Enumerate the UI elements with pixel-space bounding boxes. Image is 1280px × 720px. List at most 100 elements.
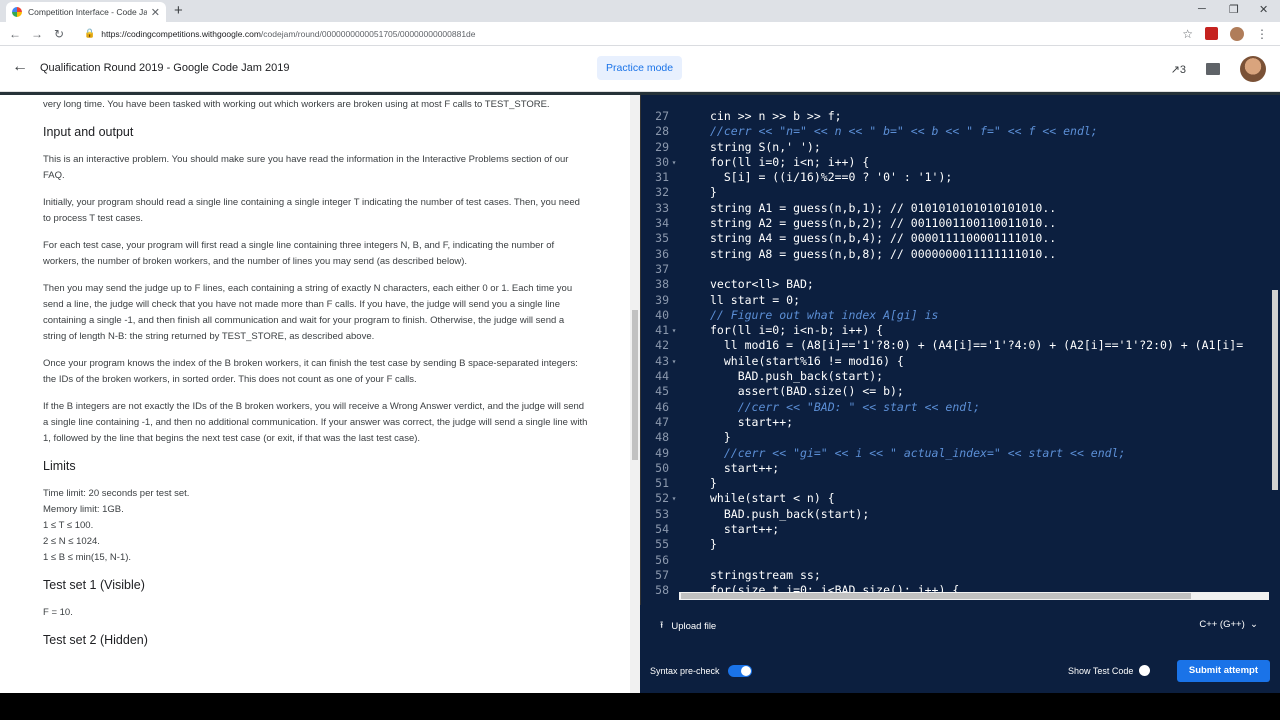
- browser-tab[interactable]: Competition Interface - Code Jam ✕: [6, 2, 166, 22]
- bookmark-star-icon[interactable]: ☆: [1182, 27, 1193, 41]
- practice-mode-badge[interactable]: Practice mode: [597, 56, 683, 80]
- problem-scroll-thumb[interactable]: [632, 310, 638, 460]
- code-line[interactable]: 27 cin >> n >> b >> f;: [641, 109, 1271, 124]
- back-arrow-icon[interactable]: ←: [12, 58, 28, 76]
- back-icon[interactable]: ←: [4, 27, 26, 41]
- fold-gutter: [669, 537, 679, 552]
- fold-gutter: [669, 247, 679, 262]
- code-line[interactable]: 34 string A2 = guess(n,b,2); // 001100110…: [641, 216, 1271, 231]
- code-text: cin >> n >> b >> f;: [710, 109, 842, 123]
- code-text: string A1 = guess(n,b,1); // 01010101010…: [710, 200, 1057, 215]
- show-test-code-toggle[interactable]: [1139, 665, 1151, 676]
- line-number: 34: [655, 216, 669, 231]
- code-line[interactable]: 54 start++;: [641, 522, 1271, 537]
- code-line[interactable]: 57 stringstream ss;: [641, 568, 1271, 583]
- code-line[interactable]: 52 ▾ while(start < n) {: [641, 491, 1271, 506]
- line-number: 49: [655, 445, 669, 460]
- code-line[interactable]: 51}: [641, 476, 1271, 491]
- fold-gutter: [669, 476, 679, 491]
- code-lines[interactable]: 27 cin >> n >> b >> f; 28 //cerr << "n=" <<…: [641, 109, 1271, 599]
- fold-chevron-icon[interactable]: ▾: [669, 491, 679, 506]
- code-text: }: [710, 476, 717, 491]
- code-line[interactable]: 40 // Figure out what index A[gi] is: [641, 308, 1271, 323]
- language-select[interactable]: C++ (G++) ⌄: [1199, 619, 1258, 630]
- code-line[interactable]: 48 }: [641, 430, 1271, 445]
- fold-chevron-icon[interactable]: ▾: [669, 354, 679, 369]
- reload-icon[interactable]: ↻: [48, 27, 70, 41]
- code-line[interactable]: 37: [641, 262, 1271, 277]
- section-heading-test-set-2: Test set 2 (Hidden): [43, 633, 148, 647]
- code-line[interactable]: 56: [641, 553, 1271, 568]
- extension-icon[interactable]: [1205, 27, 1218, 40]
- profile-icon[interactable]: [1230, 26, 1244, 41]
- problem-paragraph: Then you may send the judge up to F line…: [43, 283, 573, 342]
- code-comment: //cerr << "gi=" << i << " actual_index="…: [710, 445, 1126, 460]
- problem-paragraph: Initially, your program should read a si…: [43, 197, 580, 224]
- code-line[interactable]: 53 BAD.push_back(start);: [641, 507, 1271, 522]
- code-line[interactable]: 28 //cerr << "n=" << n << " b=" << b << "…: [641, 124, 1271, 139]
- minimize-button[interactable]: ─: [1198, 3, 1206, 15]
- taskbar: [0, 693, 1280, 720]
- url-field[interactable]: https://codingcompetitions.withgoogle.co…: [101, 29, 1182, 39]
- code-line[interactable]: 43 ▾ while(start%16 != mod16) {: [641, 354, 1271, 369]
- submit-attempt-button[interactable]: Submit attempt: [1176, 660, 1270, 682]
- code-editor[interactable]: 27 cin >> n >> b >> f; 28 //cerr << "n=" <<…: [640, 95, 1280, 605]
- line-number: 32: [655, 185, 669, 200]
- code-line[interactable]: 42 ll mod16 = (A8[i]=='1'?8:0) + (A4[i]=…: [641, 338, 1271, 353]
- code-line[interactable]: 31 S[i] = ((i/16)%2==0 ? '0' : '1');: [641, 170, 1271, 185]
- editor-horizontal-scrollbar[interactable]: [679, 592, 1269, 600]
- code-text: ll start = 0;: [710, 292, 801, 307]
- code-text: while(start < n) {: [710, 491, 835, 506]
- chat-icon[interactable]: [1206, 63, 1220, 75]
- fold-gutter: [669, 553, 679, 568]
- code-text: ll mod16 = (A8[i]=='1'?8:0) + (A4[i]=='1…: [710, 338, 1244, 353]
- code-line[interactable]: 49 //cerr << "gi=" << i << " actual_inde…: [641, 446, 1271, 461]
- show-test-code-row: Show Test Code: [1068, 665, 1151, 676]
- code-line[interactable]: 41 ▾ for(ll i=0; i<n-b; i++) {: [641, 323, 1271, 338]
- code-line[interactable]: 45 assert(BAD.size() <= b);: [641, 384, 1271, 399]
- code-line[interactable]: 46 //cerr << "BAD: " << start << endl;: [641, 400, 1271, 415]
- line-number: 55: [655, 537, 669, 552]
- code-line[interactable]: 29 string S(n,' ');: [641, 140, 1271, 155]
- line-number: 45: [655, 384, 669, 399]
- code-line[interactable]: 47 start++;: [641, 415, 1271, 430]
- code-line[interactable]: 38 vector<ll> BAD;: [641, 277, 1271, 292]
- problem-paragraph: For each test case, your program will fi…: [43, 240, 555, 267]
- problem-paragraph: If the B integers are not exactly the ID…: [43, 401, 588, 444]
- google-favicon-icon: [12, 7, 22, 17]
- avatar[interactable]: [1240, 56, 1266, 82]
- line-number: 54: [655, 522, 669, 537]
- tab-close-icon[interactable]: ✕: [151, 6, 160, 19]
- code-line[interactable]: 39 ll start = 0;: [641, 293, 1271, 308]
- fold-chevron-icon[interactable]: ▾: [669, 323, 679, 338]
- code-text: string A4 = guess(n,b,4); // 00001111000…: [710, 231, 1057, 246]
- problem-paragraph: This is an interactive problem. You shou…: [43, 154, 569, 181]
- problem-scrollbar[interactable]: [630, 95, 640, 693]
- code-line[interactable]: 50 start++;: [641, 461, 1271, 476]
- new-tab-button[interactable]: +: [174, 2, 183, 19]
- code-line[interactable]: 55}: [641, 537, 1271, 552]
- maximize-button[interactable]: ❐: [1229, 3, 1239, 16]
- code-text: S[i] = ((i/16)%2==0 ? '0' : '1');: [710, 170, 953, 185]
- fold-gutter: [669, 170, 679, 185]
- fold-gutter: [669, 201, 679, 216]
- trending-icon[interactable]: ↗3: [1171, 63, 1186, 76]
- code-line[interactable]: 33 string A1 = guess(n,b,1); // 010101010…: [641, 201, 1271, 216]
- forward-icon[interactable]: →: [26, 27, 48, 41]
- code-line[interactable]: 30 ▾ for(ll i=0; i<n; i++) {: [641, 155, 1271, 170]
- code-line[interactable]: 36 string A8 = guess(n,b,8); // 000000001…: [641, 247, 1271, 262]
- editor-horizontal-scroll-thumb[interactable]: [681, 593, 1191, 599]
- line-number: 29: [655, 139, 669, 154]
- line-number: 57: [655, 567, 669, 582]
- fold-chevron-icon[interactable]: ▾: [669, 155, 679, 170]
- editor-vertical-scroll-thumb[interactable]: [1272, 290, 1278, 490]
- menu-kebab-icon[interactable]: ⋮: [1256, 27, 1268, 41]
- code-line[interactable]: 32}: [641, 185, 1271, 200]
- code-line[interactable]: 44 BAD.push_back(start);: [641, 369, 1271, 384]
- code-line[interactable]: 35 string A4 = guess(n,b,4); // 000011110…: [641, 231, 1271, 246]
- section-heading-limits: Limits: [43, 459, 76, 473]
- syntax-precheck-toggle[interactable]: [727, 665, 752, 677]
- window-close-button[interactable]: ✕: [1259, 3, 1268, 16]
- upload-file-button[interactable]: ⭱ Upload file: [660, 618, 716, 634]
